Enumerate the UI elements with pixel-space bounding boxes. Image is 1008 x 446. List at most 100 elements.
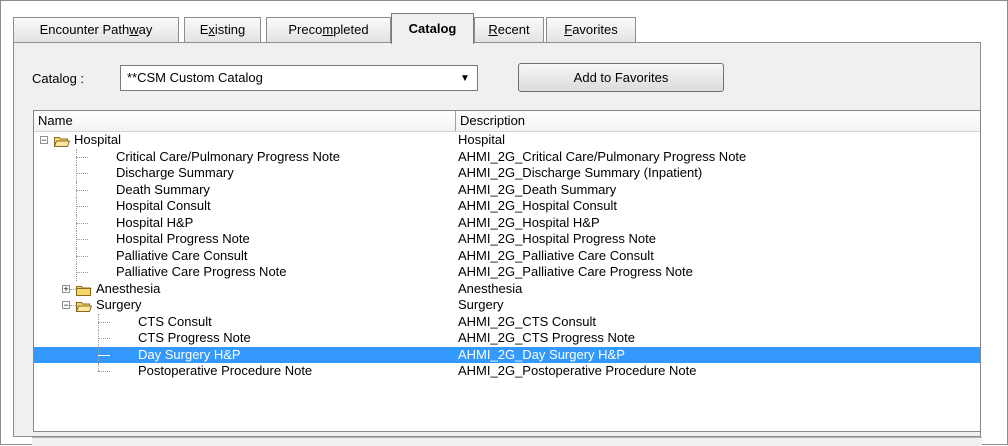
list-item[interactable]: Discharge Summary AHMI_2G_Discharge Summa…	[34, 165, 980, 182]
tree-connector	[76, 206, 88, 207]
tree-connector	[98, 330, 99, 347]
item-description: Hospital	[458, 132, 505, 147]
tree-connector	[76, 247, 77, 264]
tree-connector	[76, 198, 77, 215]
list-item[interactable]: Palliative Care Progress Note AHMI_2G_Pal…	[34, 264, 980, 281]
tree-connector	[98, 338, 110, 339]
list-item[interactable]: CTS Consult AHMI_2G_CTS Consult	[34, 313, 980, 330]
tree-connector	[76, 222, 88, 224]
folder-open-icon	[75, 300, 93, 312]
expand-icon[interactable]: +	[62, 284, 70, 293]
item-name: Hospital Consult	[116, 198, 211, 213]
item-description: AHMI_2G_Death Summary	[458, 181, 617, 197]
item-name: Hospital H&P	[116, 214, 194, 230]
item-name: Death Summary	[116, 181, 210, 197]
tree-folder[interactable]: − Hospital Hospital	[34, 132, 980, 149]
item-description: Surgery	[458, 297, 504, 312]
item-name: Palliative Care Consult	[116, 247, 248, 263]
cell-name: Discharge Summary	[34, 165, 456, 182]
catalog-label: Catalog :	[32, 71, 85, 86]
tree-connector	[76, 272, 88, 273]
catalog-select[interactable]: **CSM Custom Catalog ▼	[120, 65, 478, 91]
add-to-favorites-button[interactable]: Add to Favorites	[518, 63, 724, 92]
item-name: CTS Progress Note	[138, 330, 251, 345]
tree-connector	[76, 148, 77, 165]
list-item[interactable]: Hospital Consult AHMI_2G_Hospital Consult	[34, 198, 980, 215]
item-description: AHMI_2G_Palliative Care Consult	[458, 247, 654, 263]
collapse-icon[interactable]: −	[40, 136, 48, 145]
collapse-icon[interactable]: −	[62, 301, 70, 310]
item-name: Hospital	[74, 132, 121, 147]
item-name: Postoperative Procedure Note	[138, 363, 313, 378]
tree-connector	[76, 189, 88, 191]
list-item[interactable]: Critical Care/Pulmonary Progress Note AHM…	[34, 148, 980, 165]
tab-catalog[interactable]: Catalog	[391, 13, 474, 44]
item-description: AHMI_2G_Hospital H&P	[458, 214, 600, 230]
tree-connector	[76, 264, 77, 281]
list-item[interactable]: Day Surgery H&P AHMI_2G_Day Surgery H&P	[34, 346, 980, 363]
window-frame: Encounter Pathway Existing Precompleted …	[0, 0, 1008, 446]
cell-name: CTS Consult	[34, 313, 456, 330]
tree-folder[interactable]: + Anesthesia Anesthesia	[34, 281, 980, 298]
column-header-name[interactable]: Name	[34, 111, 456, 131]
tree-connector	[98, 313, 99, 330]
item-description: AHMI_2G_CTS Progress Note	[458, 330, 636, 345]
tree-connector	[76, 214, 77, 231]
list-item[interactable]: Palliative Care Consult AHMI_2G_Palliativ…	[34, 247, 980, 264]
item-name: Discharge Summary	[116, 165, 234, 180]
item-description: AHMI_2G_Hospital Consult	[458, 198, 617, 213]
cell-name: Palliative Care Consult	[34, 247, 456, 264]
cell-name: Critical Care/Pulmonary Progress Note	[34, 148, 456, 165]
cell-name: Death Summary	[34, 181, 456, 198]
item-description: AHMI_2G_Postoperative Procedure Note	[458, 363, 697, 378]
cell-name: + Anesthesia	[34, 281, 456, 298]
item-name: Day Surgery H&P	[138, 346, 241, 362]
item-name: CTS Consult	[138, 313, 212, 329]
tab-encounter-pathway[interactable]: Encounter Pathway	[13, 17, 179, 42]
item-name: Hospital Progress Note	[116, 231, 250, 246]
tree-connector	[76, 231, 77, 248]
cell-name: CTS Progress Note	[34, 330, 456, 347]
tree-connector	[76, 173, 88, 174]
cell-name: − Surgery	[34, 297, 456, 314]
tab-recent[interactable]: Recent	[474, 17, 544, 42]
catalog-panel: Catalog : **CSM Custom Catalog ▼ Add to …	[13, 42, 981, 437]
cell-name: − Hospital	[34, 132, 456, 149]
catalog-selected-value: **CSM Custom Catalog	[127, 70, 263, 85]
item-description: AHMI_2G_CTS Consult	[458, 313, 596, 329]
item-name: Surgery	[96, 297, 142, 312]
cell-name: Day Surgery H&P	[34, 346, 456, 363]
tree-connector	[98, 371, 110, 372]
list-item[interactable]: Hospital Progress Note AHMI_2G_Hospital P…	[34, 231, 980, 248]
tree-connector	[76, 156, 88, 158]
list-item[interactable]: Death Summary AHMI_2G_Death Summary	[34, 181, 980, 198]
item-description: AHMI_2G_Palliative Care Progress Note	[458, 264, 693, 279]
tree-connector	[76, 255, 88, 257]
tab-precompleted[interactable]: Precompleted	[266, 17, 391, 42]
cell-name: Postoperative Procedure Note	[34, 363, 456, 380]
list-item[interactable]: Hospital H&P AHMI_2G_Hospital H&P	[34, 214, 980, 231]
item-description: AHMI_2G_Hospital Progress Note	[458, 231, 656, 246]
cell-name: Hospital H&P	[34, 214, 456, 231]
dropdown-arrow-icon[interactable]: ▼	[456, 69, 474, 87]
tree-connector	[76, 165, 77, 182]
tab-favorites[interactable]: Favorites	[546, 17, 636, 42]
tree-connector	[98, 346, 99, 363]
tree-folder[interactable]: − Surgery Surgery	[34, 297, 980, 314]
cell-name: Hospital Consult	[34, 198, 456, 215]
column-header-description[interactable]: Description	[456, 111, 980, 131]
list-item[interactable]: Postoperative Procedure Note AHMI_2G_Post…	[34, 363, 980, 380]
folder-open-icon	[53, 135, 71, 147]
list-rows: − Hospital Hospital Critical Care/Pulmonary…	[34, 132, 980, 380]
catalog-list[interactable]: Name Description − Hospital Hospital Critic…	[33, 110, 981, 432]
tab-existing[interactable]: Existing	[184, 17, 261, 42]
tree-connector	[98, 354, 110, 356]
item-description: AHMI_2G_Discharge Summary (Inpatient)	[458, 165, 703, 180]
tree-connector	[98, 363, 99, 371]
list-header: Name Description	[34, 111, 980, 132]
item-description: AHMI_2G_Critical Care/Pulmonary Progress…	[458, 148, 747, 164]
tree-connector	[76, 181, 77, 198]
cell-name: Hospital Progress Note	[34, 231, 456, 248]
item-name: Anesthesia	[96, 280, 161, 296]
list-item[interactable]: CTS Progress Note AHMI_2G_CTS Progress No…	[34, 330, 980, 347]
